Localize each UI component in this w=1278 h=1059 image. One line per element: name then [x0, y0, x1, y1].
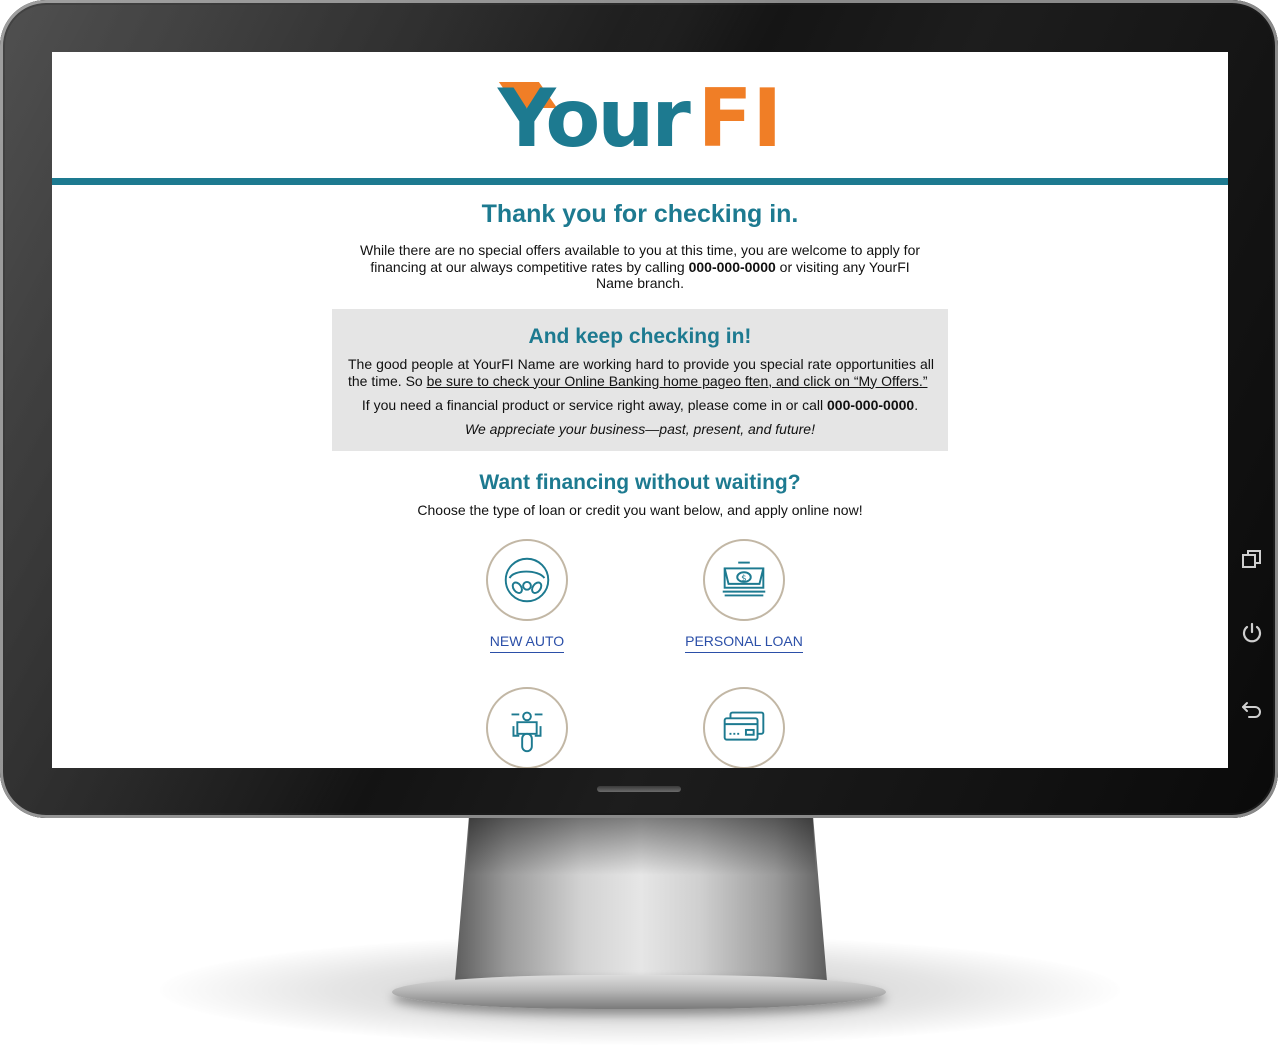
steering-wheel-icon[interactable] — [486, 539, 568, 621]
personal-loan-link[interactable]: PERSONAL LOAN — [685, 633, 803, 653]
power-icon[interactable] — [1238, 619, 1266, 647]
personal-loan-option[interactable]: $ PERSONAL LOAN — [644, 539, 844, 653]
new-auto-option[interactable]: NEW AUTO — [427, 539, 627, 653]
panel-paragraph: The good people at YourFI Name are worki… — [348, 356, 934, 389]
svg-text:$: $ — [741, 574, 747, 584]
page-title: Thank you for checking in. — [481, 200, 799, 228]
header-divider — [52, 178, 1228, 185]
monitor-base — [392, 975, 886, 1009]
panel-call-end: . — [914, 397, 919, 413]
logo-text-your: Your — [497, 72, 691, 165]
my-offers-link[interactable]: be sure to check your Online Banking hom… — [427, 373, 928, 389]
keep-checking-panel: And keep checking in! The good people at… — [332, 309, 948, 451]
panel-thanks: We appreciate your business—past, presen… — [465, 421, 815, 437]
cash-dispense-icon[interactable]: $ — [703, 539, 785, 621]
yourfi-logo: Your FI — [52, 74, 1228, 164]
panel-phone: 000-000-0000 — [827, 397, 915, 413]
recent-apps-icon[interactable] — [1238, 545, 1266, 573]
credit-card-option[interactable] — [644, 687, 844, 768]
panel-heading: And keep checking in! — [528, 325, 752, 348]
panel-call-text: If you need a financial product or servi… — [361, 397, 827, 413]
home-bar[interactable] — [597, 786, 681, 792]
intro-paragraph: While there are no special offers availa… — [352, 242, 928, 292]
motorcycle-option[interactable] — [427, 687, 627, 768]
logo-text-fi: FI — [697, 72, 783, 165]
intro-phone: 000-000-0000 — [688, 258, 776, 275]
back-icon[interactable] — [1238, 693, 1266, 721]
screen: Your FI Thank you for checking in. While … — [52, 52, 1228, 768]
financing-heading: Want financing without waiting? — [479, 471, 801, 494]
panel-call-line: If you need a financial product or servi… — [332, 397, 948, 413]
credit-card-icon[interactable] — [703, 687, 785, 768]
motorcycle-icon[interactable] — [486, 687, 568, 768]
new-auto-link[interactable]: NEW AUTO — [489, 633, 565, 653]
financing-subheading: Choose the type of loan or credit you wa… — [417, 502, 863, 518]
